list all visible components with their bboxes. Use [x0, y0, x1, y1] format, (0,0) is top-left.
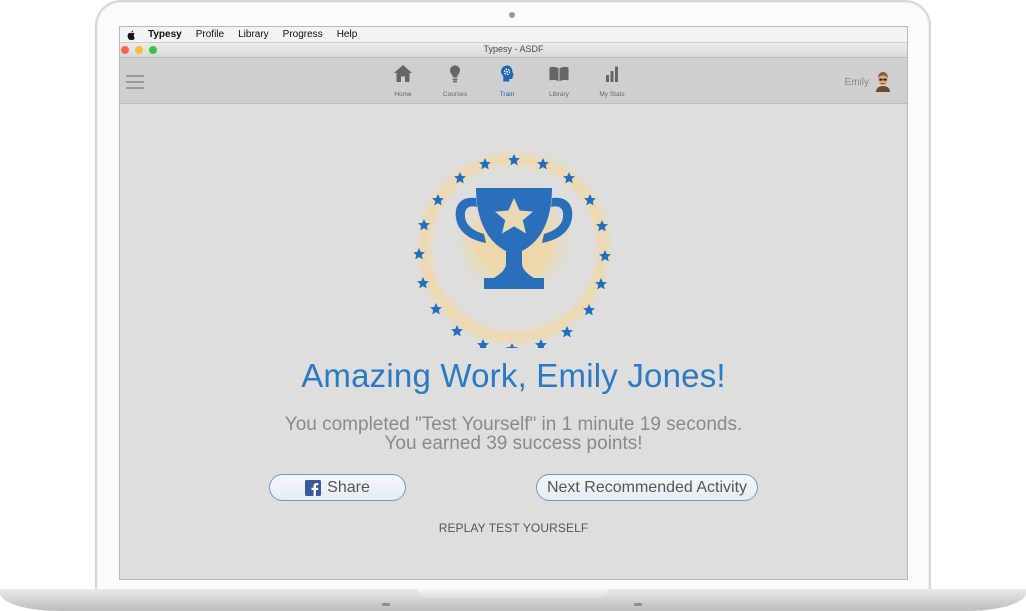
share-button[interactable]: Share [269, 474, 406, 501]
next-recommended-activity-button[interactable]: Next Recommended Activity [536, 474, 758, 501]
nav-library-label: Library [549, 91, 569, 98]
user-name[interactable]: Emily [845, 77, 869, 88]
laptop-foot [634, 603, 642, 606]
nav-my-stats[interactable]: My Stats [587, 63, 637, 98]
menu-progress[interactable]: Progress [283, 29, 323, 40]
share-button-label: Share [327, 478, 370, 496]
user-avatar[interactable] [873, 70, 893, 92]
facebook-icon [305, 479, 322, 496]
bar-chart-icon [606, 66, 618, 82]
laptop-notch [418, 589, 608, 598]
menu-library[interactable]: Library [238, 29, 269, 40]
train-head-icon [501, 65, 514, 82]
app-toolbar: Home Courses Train Library My Stats Emil… [120, 58, 907, 104]
completion-message: You completed "Test Yourself" in 1 minut… [120, 415, 907, 453]
window-title: Typesy - ASDF [483, 44, 544, 54]
nav-library[interactable]: Library [534, 63, 584, 98]
hamburger-menu-icon[interactable] [126, 75, 144, 89]
nav-home[interactable]: Home [378, 63, 428, 98]
nav-courses[interactable]: Courses [430, 63, 480, 98]
next-activity-label: Next Recommended Activity [546, 478, 748, 496]
menu-help[interactable]: Help [337, 29, 358, 40]
congratulations-headline: Amazing Work, Emily Jones! [301, 357, 726, 394]
nav-home-label: Home [394, 91, 412, 98]
home-icon [394, 65, 412, 82]
nav-my-stats-label: My Stats [599, 91, 625, 98]
window-titlebar: Typesy - ASDF [120, 43, 907, 58]
menu-profile[interactable]: Profile [196, 29, 224, 40]
menu-typesy[interactable]: Typesy [148, 29, 182, 40]
nav-courses-label: Courses [442, 91, 468, 98]
replay-test-link[interactable]: REPLAY TEST YOURSELF [120, 521, 907, 535]
replay-test-label: REPLAY TEST YOURSELF [438, 521, 589, 535]
book-icon [549, 66, 569, 82]
nav-train-label: Train [499, 91, 515, 98]
nav-train[interactable]: Train [482, 63, 532, 98]
success-points-text: You earned 39 success points! [384, 433, 643, 454]
trophy-icon [414, 148, 614, 348]
camera-dot [509, 12, 515, 18]
laptop-foot [382, 603, 390, 606]
lightbulb-icon [450, 65, 460, 83]
apple-icon[interactable] [126, 30, 136, 40]
menu-bar: Typesy Profile Library Progress Help [120, 27, 907, 43]
main-content: Amazing Work, Emily Jones! You completed… [120, 104, 907, 579]
completion-time-text: You completed "Test Yourself" in 1 minut… [284, 414, 743, 435]
app-screen: Typesy Profile Library Progress Help Typ… [119, 26, 908, 580]
